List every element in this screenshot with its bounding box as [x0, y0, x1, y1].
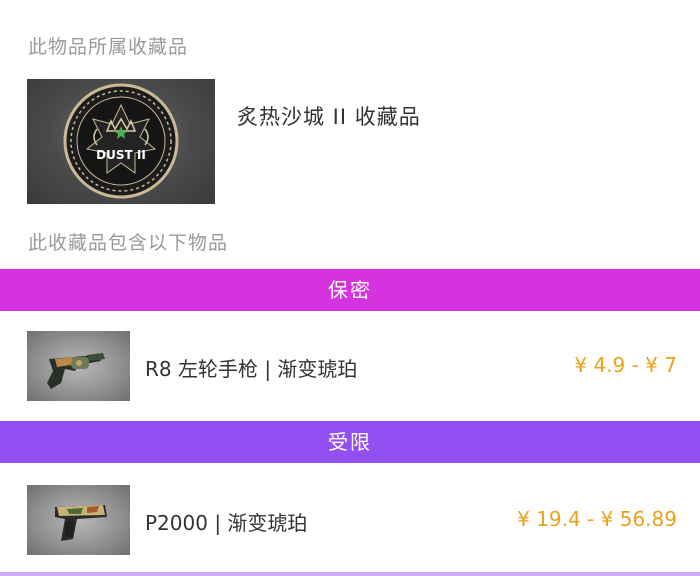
bottom-divider [0, 572, 700, 576]
rarity-header-restricted: 受限 [0, 421, 700, 463]
list-item[interactable]: P2000 | 渐变琥珀 ¥ 19.4 - ¥ 56.89 [27, 485, 677, 555]
collection-row[interactable]: DUST II 炙热沙城 II 收藏品 [27, 79, 677, 204]
items-section-label: 此收藏品包含以下物品 [28, 232, 229, 254]
revolver-icon [47, 353, 105, 389]
rarity-label: 保密 [328, 278, 372, 302]
item-price: ¥ 19.4 - ¥ 56.89 [517, 507, 677, 531]
badge-text: DUST II [96, 148, 146, 162]
collection-name[interactable]: 炙热沙城 II 收藏品 [237, 101, 421, 131]
collection-section-label: 此物品所属收藏品 [28, 36, 189, 58]
rarity-header-classified: 保密 [0, 269, 700, 311]
pistol-icon [55, 505, 107, 541]
dust2-badge-icon: DUST II [63, 83, 179, 199]
item-image [27, 485, 130, 555]
collection-badge-image: DUST II [27, 79, 215, 204]
rarity-label: 受限 [328, 430, 372, 454]
list-item[interactable]: R8 左轮手枪 | 渐变琥珀 ¥ 4.9 - ¥ 7 [27, 331, 677, 401]
item-name: R8 左轮手枪 | 渐变琥珀 [145, 357, 358, 381]
collection-detail-page: 此物品所属收藏品 DUST II 炙热沙城 II 收藏品 此收藏品包含以下物品 … [0, 0, 700, 576]
item-image [27, 331, 130, 401]
item-price: ¥ 4.9 - ¥ 7 [574, 353, 677, 377]
item-name: P2000 | 渐变琥珀 [145, 511, 308, 535]
